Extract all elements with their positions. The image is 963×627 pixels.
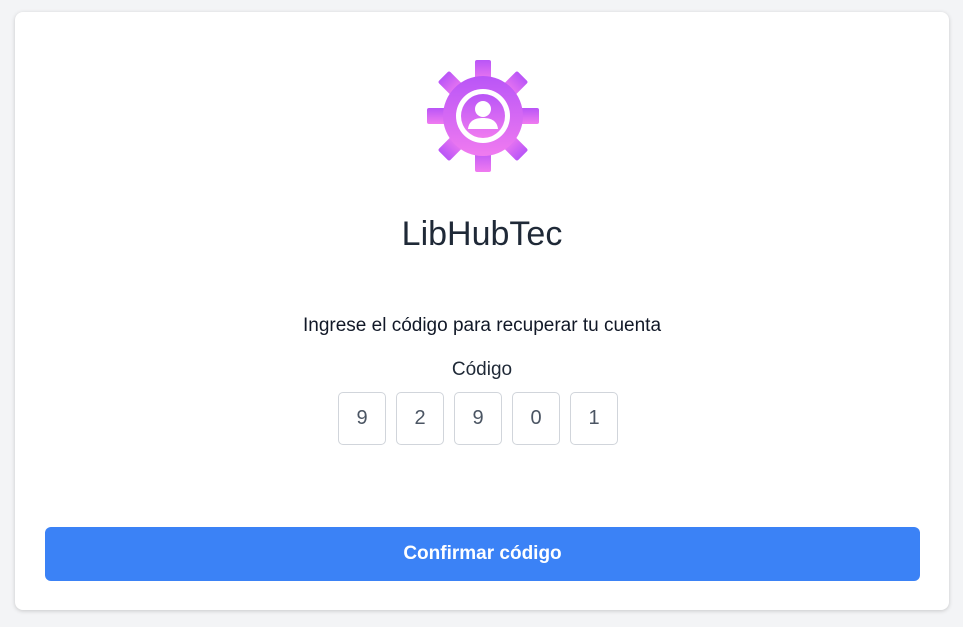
recovery-card: LibHubTec Ingrese el código para recuper…	[15, 12, 949, 610]
code-digit-5[interactable]	[570, 392, 618, 445]
code-digit-4[interactable]	[512, 392, 560, 445]
app-name: LibHubTec	[401, 215, 563, 253]
code-label: Código	[451, 359, 513, 380]
code-digit-3[interactable]	[454, 392, 502, 445]
code-digit-1[interactable]	[338, 392, 386, 445]
code-digit-2[interactable]	[396, 392, 444, 445]
code-input-group	[338, 392, 618, 445]
gear-user-icon	[427, 60, 539, 172]
recovery-instruction: Ingrese el código para recuperar tu cuen…	[302, 315, 662, 336]
confirm-code-button[interactable]: Confirmar código	[45, 527, 920, 581]
